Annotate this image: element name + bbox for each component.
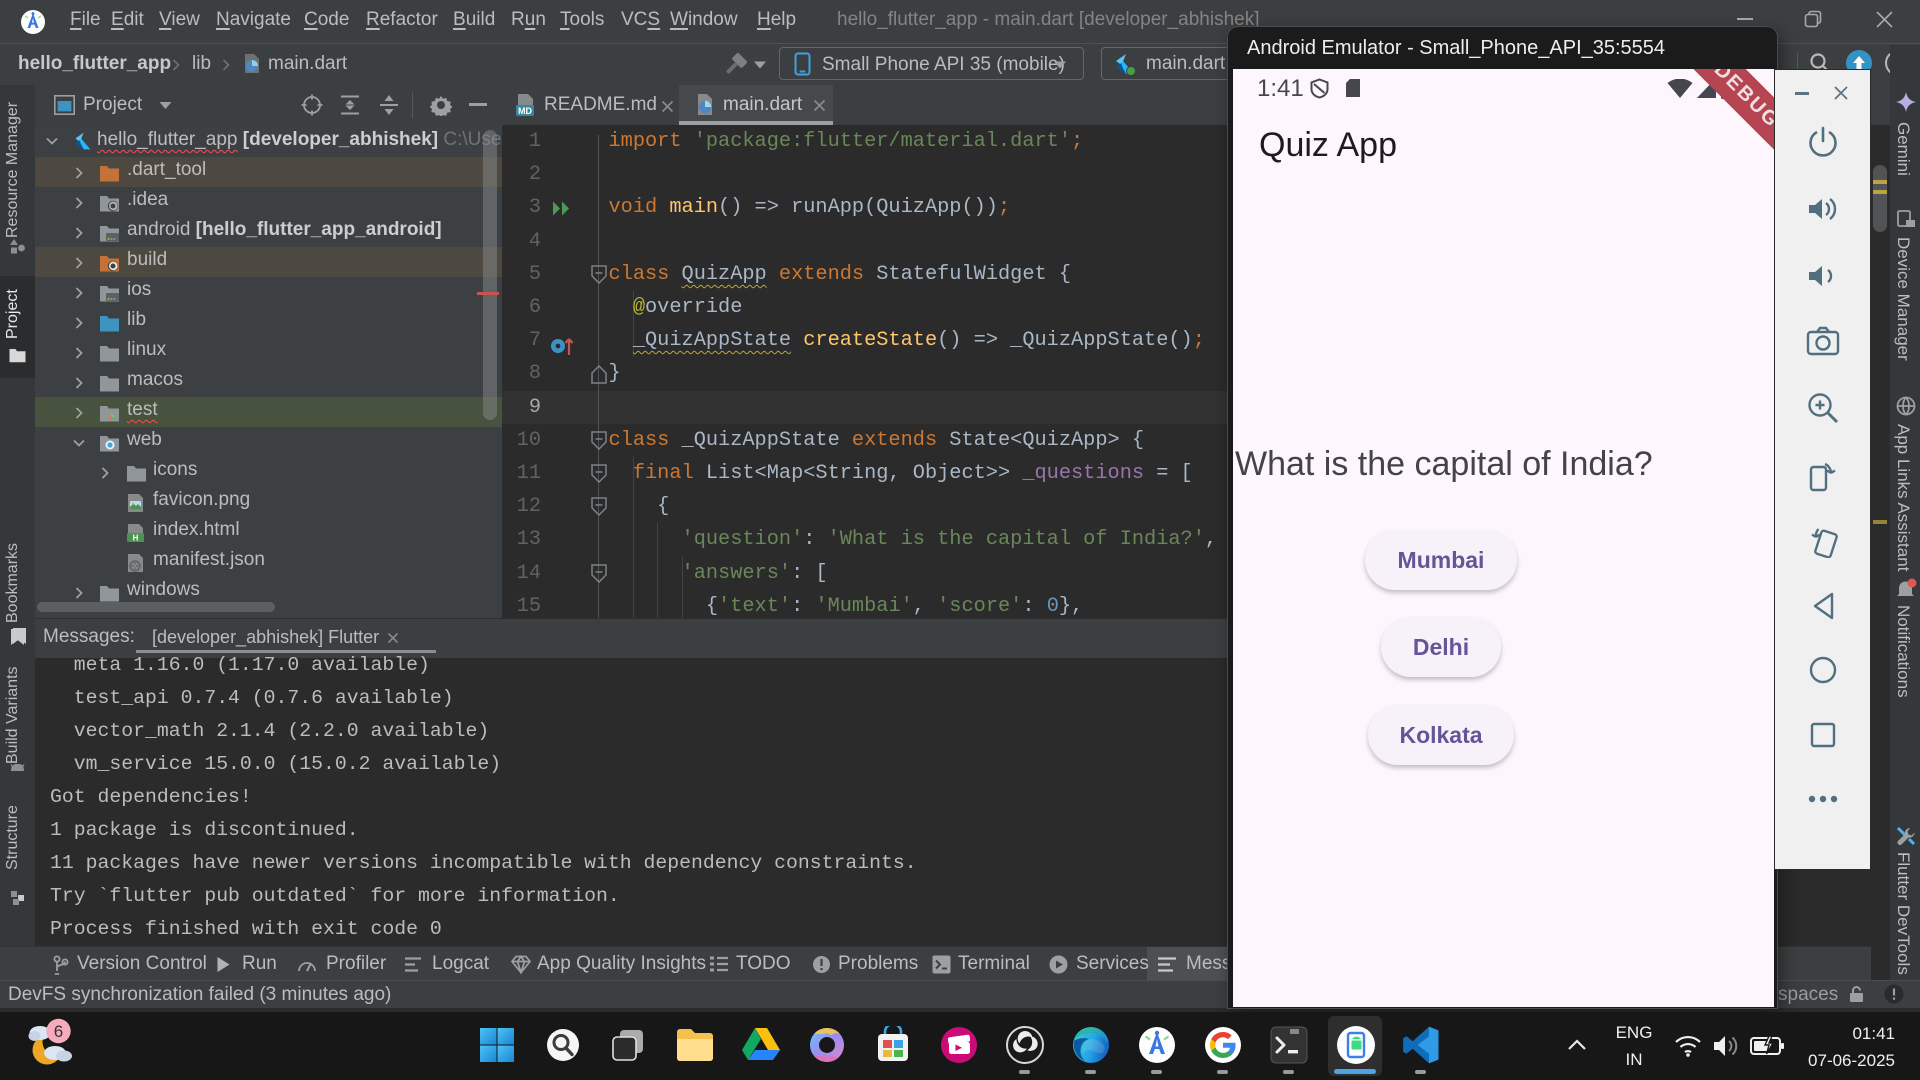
svg-text:MD: MD (518, 106, 532, 116)
svg-text:H: H (133, 534, 139, 543)
svg-text:6: 6 (54, 1022, 63, 1041)
